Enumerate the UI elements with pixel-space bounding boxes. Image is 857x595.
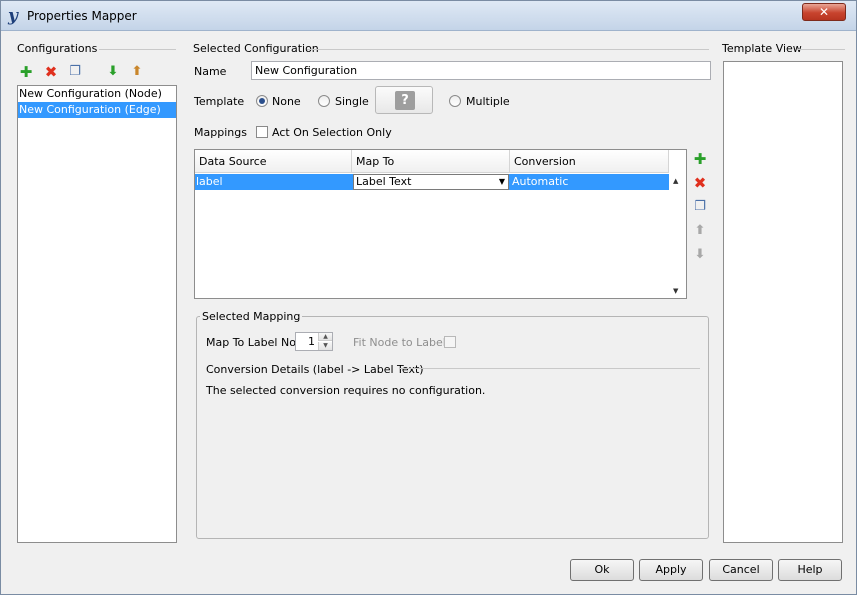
ok-button[interactable]: Ok [570, 559, 634, 581]
selected-mapping-header: Selected Mapping [200, 310, 303, 323]
delete-mapping-icon[interactable]: ✖ [692, 175, 708, 191]
cancel-button[interactable]: Cancel [709, 559, 773, 581]
dialog-content: Configurations ✚ ✖ ❐ ⬇ ⬆ New Configurati… [7, 32, 851, 589]
selected-mapping-group [196, 316, 709, 539]
configuration-item-edge[interactable]: New Configuration (Edge) [18, 102, 176, 118]
column-header-data-source[interactable]: Data Source [195, 150, 352, 173]
row-conversion-cell[interactable]: Automatic [511, 174, 669, 190]
column-header-map-to[interactable]: Map To [352, 150, 510, 173]
configurations-list[interactable]: New Configuration (Node) New Configurati… [17, 85, 177, 543]
template-single-label[interactable]: Single [335, 95, 369, 108]
fit-node-to-label-label: Fit Node to Label [353, 336, 446, 349]
conversion-details-separator [400, 368, 700, 369]
window-title: Properties Mapper [27, 9, 137, 23]
template-label: Template [194, 95, 245, 108]
template-view-panel [723, 61, 843, 543]
template-none-radio[interactable] [256, 95, 268, 107]
configurations-header: Configurations [17, 42, 98, 55]
template-view-header: Template View [722, 42, 802, 55]
selected-configuration-header: Selected Configuration [193, 42, 319, 55]
add-mapping-icon[interactable]: ✚ [692, 151, 708, 167]
template-view-separator [797, 49, 845, 50]
spinner-down-icon[interactable]: ▼ [318, 342, 332, 350]
help-button[interactable]: Help [778, 559, 842, 581]
scroll-down-icon[interactable]: ▼ [673, 287, 678, 295]
add-configuration-icon[interactable]: ✚ [18, 64, 34, 80]
import-configuration-icon[interactable]: ⬇ [105, 64, 121, 80]
delete-configuration-icon[interactable]: ✖ [43, 64, 59, 80]
template-multiple-radio[interactable] [449, 95, 461, 107]
configuration-item-node[interactable]: New Configuration (Node) [18, 86, 176, 102]
apply-button[interactable]: Apply [639, 559, 703, 581]
yed-app-icon: y [8, 6, 18, 26]
choose-template-button[interactable]: ? [375, 86, 433, 114]
export-configuration-icon[interactable]: ⬆ [129, 64, 145, 80]
move-up-icon[interactable]: ⬆ [692, 223, 708, 239]
map-to-value: Label Text [356, 175, 412, 188]
conversion-details-text: The selected conversion requires no conf… [206, 384, 486, 397]
chevron-down-icon: ▼ [498, 177, 505, 186]
act-on-selection-checkbox[interactable] [256, 126, 268, 138]
template-none-label[interactable]: None [272, 95, 301, 108]
template-single-radio[interactable] [318, 95, 330, 107]
row-data-source-cell[interactable]: label [195, 174, 352, 190]
scroll-up-icon[interactable]: ▲ [673, 177, 678, 185]
copy-mapping-icon[interactable]: ❐ [692, 199, 708, 215]
mappings-table[interactable]: Data Source Map To Conversion label Labe… [194, 149, 687, 299]
mappings-label: Mappings [194, 126, 247, 139]
question-mark-icon: ? [395, 91, 415, 110]
close-icon: ✕ [818, 5, 830, 19]
map-to-label-no-value: 1 [308, 335, 315, 348]
title-bar[interactable]: y Properties Mapper ✕ [1, 1, 856, 31]
map-to-label-no-spinner[interactable]: 1 ▲ ▼ [295, 332, 333, 351]
properties-mapper-window: y Properties Mapper ✕ Configurations ✚ ✖… [0, 0, 857, 595]
configuration-name-value: New Configuration [255, 64, 358, 77]
column-header-conversion[interactable]: Conversion [510, 150, 669, 173]
map-to-label-no-label: Map To Label No. [206, 336, 300, 349]
move-down-icon[interactable]: ⬇ [692, 247, 708, 263]
configuration-name-field[interactable]: New Configuration [251, 61, 711, 80]
close-window-button[interactable]: ✕ [802, 3, 846, 21]
conversion-details-header: Conversion Details (label -> Label Text) [206, 363, 424, 376]
act-on-selection-label[interactable]: Act On Selection Only [272, 126, 392, 139]
configurations-separator [99, 49, 176, 50]
template-multiple-label[interactable]: Multiple [466, 95, 510, 108]
name-label: Name [194, 65, 227, 78]
selected-configuration-separator [307, 49, 709, 50]
copy-configuration-icon[interactable]: ❐ [67, 64, 83, 80]
spinner-up-icon[interactable]: ▲ [318, 333, 332, 341]
table-vertical-scrollbar[interactable]: ▲ ▼ [671, 174, 685, 298]
map-to-combobox[interactable]: Label Text ▼ [353, 174, 509, 190]
fit-node-to-label-checkbox[interactable] [444, 336, 456, 348]
